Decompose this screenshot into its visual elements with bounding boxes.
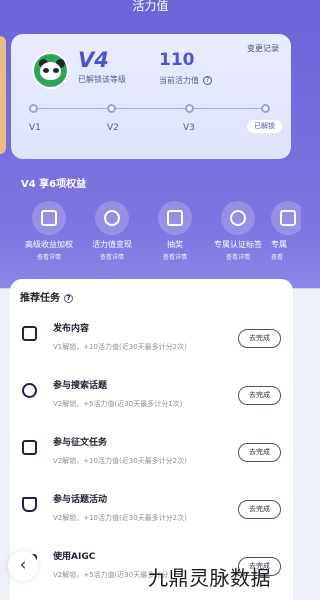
task-item: 发布内容 V1解锁，+10活力值(近30天最多计分2次) 去完成 — [10, 313, 293, 365]
benefit-detail-link[interactable]: 查看详情 — [210, 252, 266, 261]
level-dot-v1 — [29, 104, 38, 113]
avatar — [32, 52, 69, 89]
watermark: 九鼎灵脉数据 — [148, 566, 271, 590]
level-card: V4 已解锁该等级 110 当前活力值? 变更记录 V1 V2 V3 已解锁 — [11, 34, 291, 159]
task-title: 参与征文任务 — [53, 438, 108, 448]
benefits-title: V4 享6项权益 — [21, 179, 87, 190]
benefit-detail-link[interactable]: 查看详情 — [84, 252, 140, 261]
level-tick-v3: V3 — [183, 123, 195, 133]
task-item: 参与搜索话题 V2解锁，+5活力值(近30天最多计分1次) 去完成 — [10, 370, 293, 422]
chevron-left-icon: ‹ — [19, 555, 27, 575]
tasks-title-text: 推荐任务 — [20, 293, 60, 304]
current-score: 110 — [159, 50, 195, 70]
task-title: 发布内容 — [53, 324, 90, 334]
level-track — [34, 108, 270, 109]
benefit-item[interactable]: 抽奖 查看详情 — [147, 201, 203, 261]
search-icon — [22, 383, 37, 398]
badge-icon — [221, 201, 255, 235]
level-tick-v2: V2 — [107, 123, 119, 133]
complete-button[interactable]: 去完成 — [238, 329, 281, 348]
benefit-detail-link[interactable]: 查看详情 — [147, 252, 203, 261]
previous-level-card-edge[interactable] — [0, 36, 6, 154]
document-icon — [22, 440, 37, 455]
benefit-detail-link[interactable]: 查看 — [271, 252, 301, 261]
task-desc: V2解锁，+10活力值(近30天最多计分2次) — [53, 514, 187, 522]
score-label-text: 当前活力值 — [159, 76, 199, 85]
back-button[interactable]: ‹ — [8, 551, 38, 581]
benefit-label: 抽奖 — [167, 240, 183, 249]
lottery-icon — [158, 201, 192, 235]
complete-button[interactable]: 去完成 — [238, 443, 281, 462]
benefit-item[interactable]: 活力值变现 查看详情 — [84, 201, 140, 261]
tasks-title: 推荐任务? — [20, 289, 73, 304]
level-status: 已解锁该等级 — [78, 75, 126, 84]
task-item: 参与话题活动 V2解锁，+10活力值(近30天最多计分2次) 去完成 — [10, 484, 293, 536]
coin-icon — [95, 201, 129, 235]
task-desc: V2解锁，+5活力值(近30天最多计分1次) — [53, 400, 183, 408]
avatar-eye-icon — [53, 68, 59, 73]
level-dot-v2 — [107, 104, 116, 113]
benefit-label: 专属认证标签 — [214, 240, 262, 249]
benefit-label: 专属 — [271, 240, 287, 249]
gift-box-icon — [32, 201, 66, 235]
benefit-detail-link[interactable]: 查看详情 — [21, 252, 77, 261]
level-tick-v1: V1 — [29, 123, 41, 133]
current-level: V4 — [78, 48, 109, 72]
benefit-label: 活力值变现 — [92, 240, 132, 249]
page-title: 活力值 — [132, 0, 169, 13]
change-log-link[interactable]: 变更记录 — [247, 43, 279, 54]
task-item: 参与征文任务 V2解锁，+10活力值(近30天最多计分2次) 去完成 — [10, 427, 293, 479]
benefit-label: 高级收益加权 — [25, 240, 73, 249]
level-dot-v3 — [185, 104, 194, 113]
task-title: 使用AIGC — [53, 552, 96, 562]
task-desc: V2解锁，+10活力值(近30天最多计分2次) — [53, 457, 187, 465]
help-icon[interactable]: ? — [203, 76, 212, 85]
benefit-item[interactable]: 高级收益加权 查看详情 — [21, 201, 77, 261]
unlocked-badge: 已解锁 — [247, 120, 282, 133]
level-dot-v4 — [261, 104, 270, 113]
task-title: 参与话题活动 — [53, 495, 108, 505]
complete-button[interactable]: 去完成 — [238, 386, 281, 405]
publish-icon — [22, 326, 37, 341]
avatar-eye-icon — [43, 68, 49, 73]
benefit-item[interactable]: 专属认证标签 查看详情 — [210, 201, 266, 261]
star-icon — [271, 201, 301, 235]
help-icon[interactable]: ? — [64, 293, 73, 303]
benefit-item[interactable]: 专属 查看 — [271, 201, 301, 261]
crown-icon — [22, 497, 37, 512]
task-desc: V1解锁，+10活力值(近30天最多计分2次) — [53, 343, 187, 351]
recommended-tasks-panel: 推荐任务? 发布内容 V1解锁，+10活力值(近30天最多计分2次) 去完成 参… — [10, 279, 293, 600]
task-title: 参与搜索话题 — [53, 381, 108, 391]
current-score-label: 当前活力值? — [159, 75, 212, 86]
complete-button[interactable]: 去完成 — [238, 500, 281, 519]
